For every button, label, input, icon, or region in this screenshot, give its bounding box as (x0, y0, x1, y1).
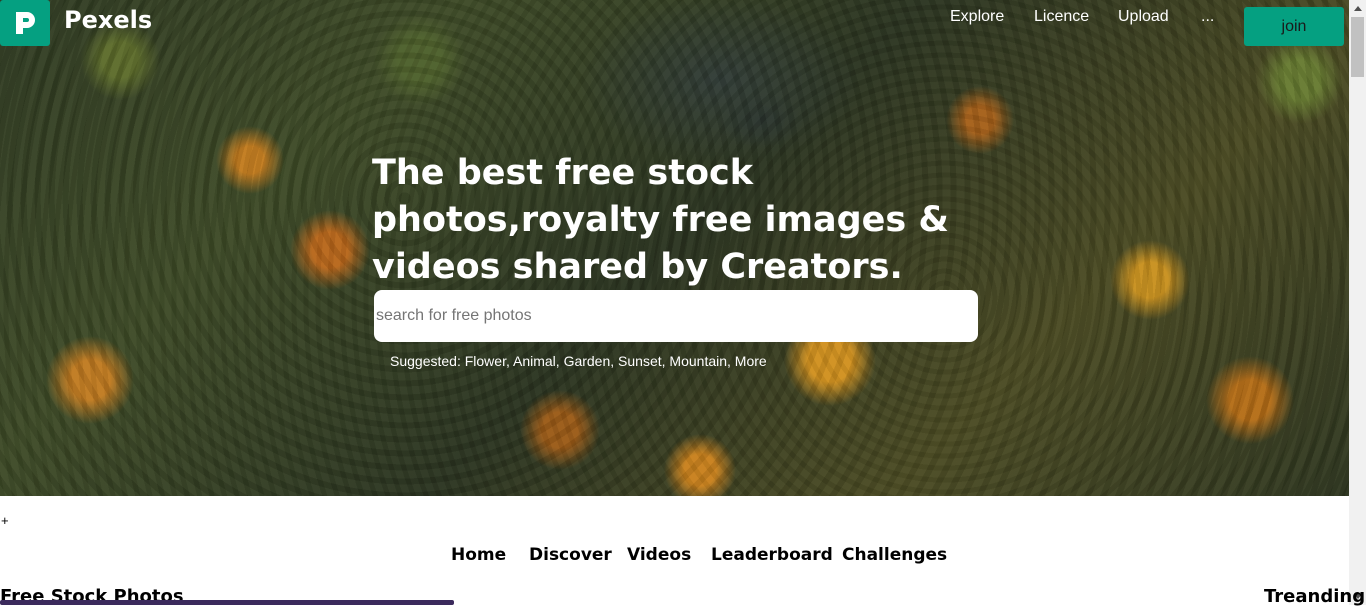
join-button[interactable]: join (1244, 7, 1344, 46)
suggested-label: Suggested: (390, 353, 461, 369)
pexels-logo-icon[interactable] (0, 0, 50, 46)
nav-more[interactable]: ... (1201, 8, 1214, 26)
suggested-tags: Suggested: Flower, Animal, Garden, Sunse… (390, 353, 767, 369)
scrollbar-thumb[interactable] (1351, 17, 1364, 77)
suggested-more[interactable]: More (735, 353, 767, 369)
suggested-garden[interactable]: Garden, (564, 353, 615, 369)
nav-licence[interactable]: Licence (1034, 8, 1089, 26)
nav-explore[interactable]: Explore (950, 8, 1004, 26)
mainnav-discover[interactable]: Discover (529, 545, 612, 565)
mainnav-videos[interactable]: Videos (627, 545, 691, 565)
mainnav-home[interactable]: Home (451, 545, 506, 565)
vertical-scrollbar[interactable] (1349, 0, 1366, 605)
plus-symbol: + (1, 513, 9, 528)
triangle-up-icon[interactable] (1349, 0, 1366, 17)
trending-title: Treanding (1264, 586, 1366, 607)
search-input[interactable] (374, 290, 978, 342)
purple-divider (0, 600, 454, 605)
mainnav-leaderboard[interactable]: Leaderboard (711, 545, 833, 565)
suggested-animal[interactable]: Animal, (513, 353, 560, 369)
nav-upload[interactable]: Upload (1118, 8, 1169, 26)
suggested-mountain[interactable]: Mountain, (669, 353, 730, 369)
hero-headline: The best free stock photos,royalty free … (372, 153, 949, 287)
mainnav-challenges[interactable]: Challenges (842, 545, 947, 565)
suggested-sunset[interactable]: Sunset, (618, 353, 665, 369)
suggested-flower[interactable]: Flower, (465, 353, 510, 369)
brand-name[interactable]: Pexels (64, 6, 152, 34)
